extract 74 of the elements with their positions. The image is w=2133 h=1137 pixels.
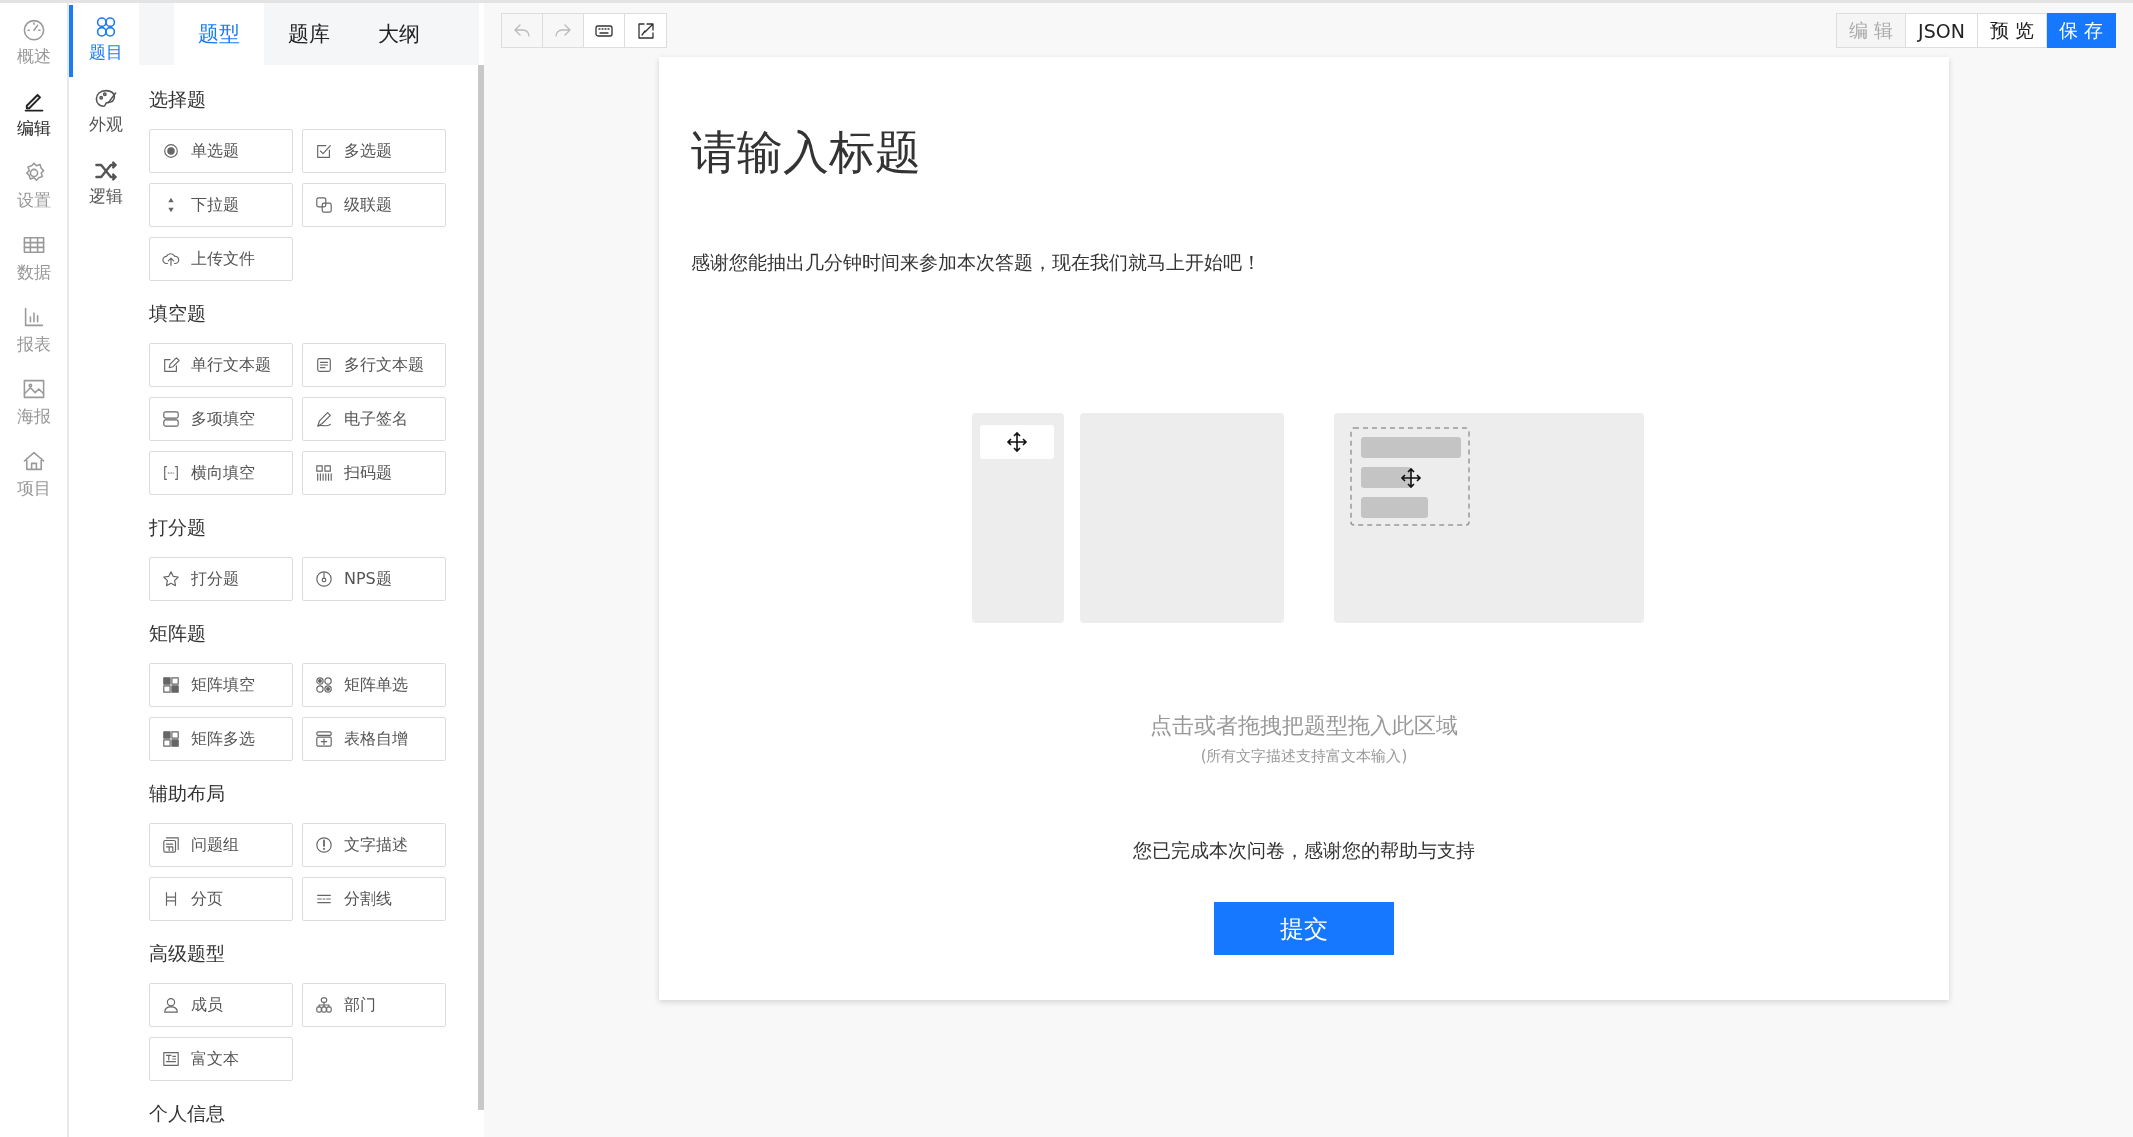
star-icon: [162, 570, 180, 588]
question-type-button[interactable]: 电子签名: [302, 397, 446, 441]
finish-message[interactable]: 您已完成本次问卷，感谢您的帮助与支持: [1133, 838, 1475, 865]
section-heading: 打分题: [149, 515, 207, 540]
scrollbar[interactable]: [478, 65, 484, 1110]
tab[interactable]: 大纲: [354, 3, 444, 65]
section-heading: 辅助布局: [149, 781, 226, 806]
question-type-button[interactable]: 横向填空: [149, 451, 293, 495]
radio-grid-icon: [315, 676, 333, 694]
stacked-fields-icon: [162, 410, 180, 428]
toolbar-button[interactable]: JSON: [1906, 13, 1978, 48]
exclamation-icon: [315, 836, 333, 854]
section-heading: 个人信息: [149, 1101, 226, 1126]
section-heading: 填空题: [149, 301, 207, 326]
question-type-button[interactable]: 下拉题: [149, 183, 293, 227]
radio-icon: [162, 142, 180, 160]
grid-icon: [162, 676, 180, 694]
question-type-button[interactable]: 成员: [149, 983, 293, 1027]
side-tab[interactable]: 逻辑: [69, 149, 139, 221]
question-type-button[interactable]: 分割线: [302, 877, 446, 921]
checkbox-icon: [315, 142, 333, 160]
question-type-button[interactable]: 矩阵单选: [302, 663, 446, 707]
question-type-button[interactable]: 部门: [302, 983, 446, 1027]
question-type-button[interactable]: 矩阵多选: [149, 717, 293, 761]
drop-note: (所有文字描述支持富文本输入): [1200, 747, 1408, 767]
table-add-icon: [315, 730, 333, 748]
edit-icon: [162, 356, 180, 374]
question-type-button[interactable]: 多项填空: [149, 397, 293, 441]
question-type-button[interactable]: 多选题: [302, 129, 446, 173]
question-type-button[interactable]: 矩阵填空: [149, 663, 293, 707]
submit-button[interactable]: 提交: [1214, 902, 1394, 956]
stack-icon: [162, 836, 180, 854]
question-type-button[interactable]: 打分题: [149, 557, 293, 601]
checkbox-grid-icon: [162, 730, 180, 748]
question-type-button[interactable]: 单行文本题: [149, 343, 293, 387]
gauge-icon: [21, 17, 46, 41]
export-icon: [635, 20, 656, 41]
side-tab[interactable]: 外观: [69, 77, 139, 149]
question-type-button[interactable]: 多行文本题: [302, 343, 446, 387]
qr-code-icon: [315, 464, 333, 482]
toolbar-button[interactable]: 预 览: [1977, 13, 2047, 48]
org-chart-icon: [315, 996, 333, 1014]
question-type-button[interactable]: 单选题: [149, 129, 293, 173]
overlapping-squares-icon: [315, 196, 333, 214]
shuffle-icon: [94, 159, 118, 183]
text-block-icon: [162, 1050, 180, 1068]
question-type-button[interactable]: NPS题: [302, 557, 446, 601]
rings-icon: [94, 15, 118, 39]
question-type-button[interactable]: 分页: [149, 877, 293, 921]
tab[interactable]: 题库: [264, 3, 354, 65]
survey-description[interactable]: 感谢您能抽出几分钟时间来参加本次答题，现在我们就马上开始吧！: [691, 250, 1261, 277]
question-type-button[interactable]: 上传文件: [149, 237, 293, 281]
bracket-icon: [162, 464, 180, 482]
pen-icon: [315, 410, 333, 428]
section-heading: 高级题型: [149, 941, 226, 966]
question-type-button[interactable]: 扫码题: [302, 451, 446, 495]
question-type-button[interactable]: 表格自增: [302, 717, 446, 761]
question-type-button[interactable]: 级联题: [302, 183, 446, 227]
drop-hint: 点击或者拖拽把题型拖入此区域: [1150, 712, 1458, 741]
nav-item[interactable]: 编辑: [0, 89, 67, 147]
tab[interactable]: 题型: [174, 3, 264, 65]
dial-icon: [315, 570, 333, 588]
section-heading: 矩阵题: [149, 621, 207, 646]
toolbar-button[interactable]: 保 存: [2046, 13, 2116, 48]
question-type-button[interactable]: 问题组: [149, 823, 293, 867]
home-icon: [21, 449, 46, 473]
question-type-button[interactable]: 文字描述: [302, 823, 446, 867]
user-icon: [162, 996, 180, 1014]
section-heading: 选择题: [149, 87, 207, 112]
image-icon: [21, 377, 46, 401]
document-icon: [315, 356, 333, 374]
question-type-button[interactable]: 富文本: [149, 1037, 293, 1081]
cloud-upload-icon: [162, 250, 180, 268]
survey-title[interactable]: 请输入标题: [691, 125, 921, 181]
